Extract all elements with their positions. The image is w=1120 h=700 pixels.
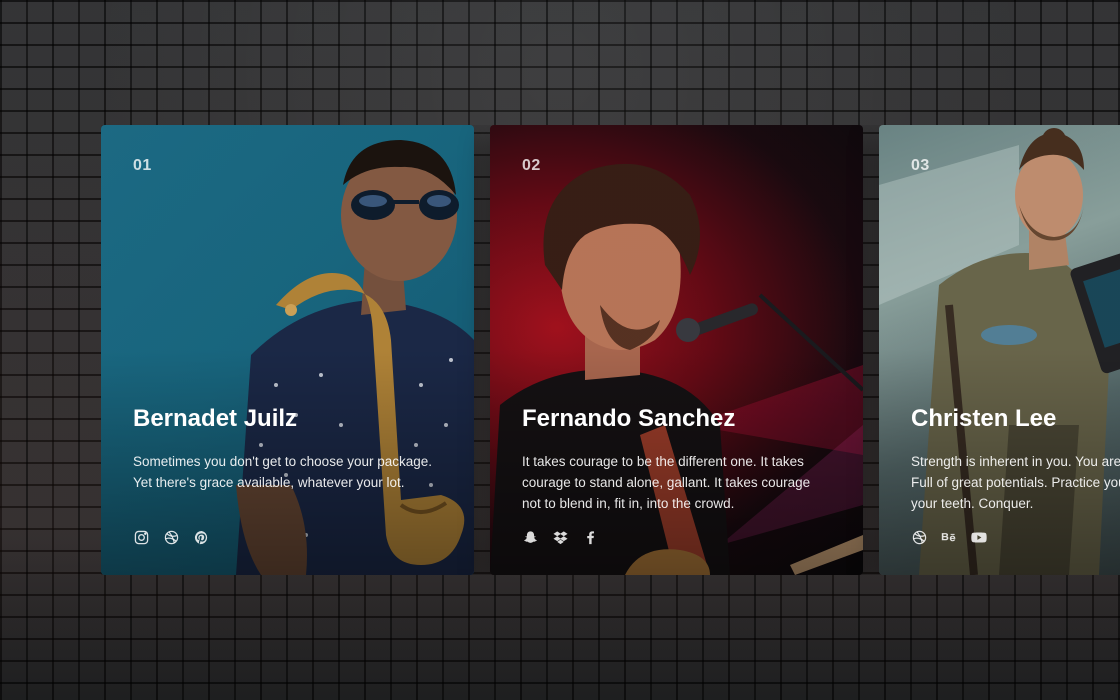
dribbble-icon[interactable] <box>911 529 927 545</box>
social-links <box>911 529 987 545</box>
profile-card-1[interactable]: 01 Bernadet Juilz Sometimes you don't ge… <box>101 125 474 575</box>
card-overlay <box>101 125 474 575</box>
card-name: Fernando Sanchez <box>522 405 736 432</box>
instagram-icon[interactable] <box>133 529 149 545</box>
dribbble-icon[interactable] <box>163 529 179 545</box>
behance-icon[interactable] <box>941 529 957 545</box>
card-number: 02 <box>522 157 541 174</box>
profile-card-3[interactable]: 03 Christen Lee Strength is inherent in … <box>879 125 1120 575</box>
dropbox-icon[interactable] <box>552 529 568 545</box>
youtube-icon[interactable] <box>971 529 987 545</box>
card-description: Sometimes you don't get to choose your p… <box>133 454 433 490</box>
card-number: 01 <box>133 157 152 174</box>
card-name: Christen Lee <box>911 405 1057 432</box>
card-number: 03 <box>911 157 930 174</box>
card-name: Bernadet Juilz <box>133 405 298 432</box>
facebook-icon[interactable] <box>582 529 598 545</box>
snapchat-icon[interactable] <box>522 529 538 545</box>
card-description: It takes courage to be the different one… <box>522 454 811 511</box>
profile-card-2[interactable]: 02 Fernando Sanchez It takes courage to … <box>490 125 863 575</box>
pinterest-icon[interactable] <box>193 529 209 545</box>
card-carousel[interactable]: 01 Bernadet Juilz Sometimes you don't ge… <box>101 125 1120 575</box>
social-links <box>522 529 598 545</box>
card-description: Strength is inherent in you. You are of … <box>911 454 1120 511</box>
social-links <box>133 529 209 545</box>
